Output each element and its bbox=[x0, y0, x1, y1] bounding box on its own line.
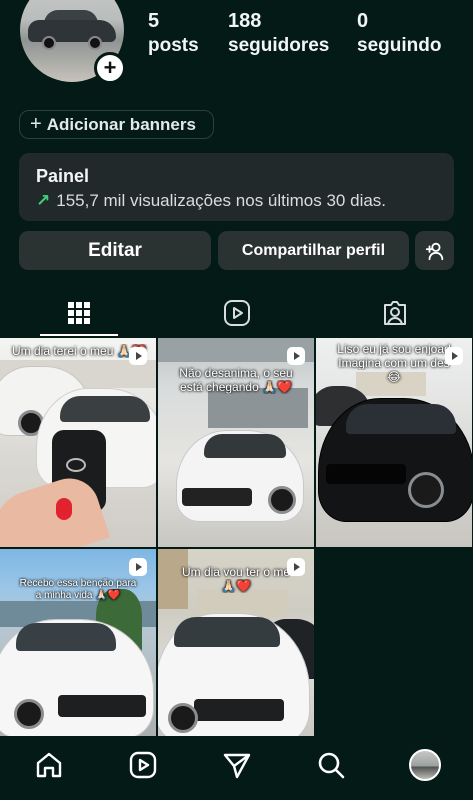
car-windshield bbox=[204, 434, 286, 458]
reel-badge-icon bbox=[286, 346, 306, 366]
stat-followers-label: seguidores bbox=[228, 35, 330, 56]
post-caption-line1: Não desanima, o seu bbox=[179, 366, 293, 380]
plus-icon: + bbox=[103, 55, 117, 80]
stat-following-label: seguindo bbox=[357, 35, 442, 56]
tab-tagged[interactable] bbox=[316, 290, 473, 336]
professional-dashboard[interactable]: Painel ↗ 155,7 mil visualizações nos últ… bbox=[19, 153, 454, 221]
active-tab-indicator bbox=[40, 334, 118, 336]
profile-avatar-wrap[interactable]: + bbox=[20, 0, 126, 84]
car-wheel bbox=[14, 699, 44, 729]
tab-reels[interactable] bbox=[158, 290, 316, 336]
stat-posts[interactable]: 5 posts bbox=[148, 10, 199, 57]
reels-icon bbox=[129, 751, 157, 779]
nav-home[interactable] bbox=[34, 750, 64, 780]
post-tile[interactable]: Um dia vou ter o me 🙏🏻❤️ bbox=[158, 549, 314, 758]
car-wheel bbox=[408, 472, 444, 508]
home-icon bbox=[36, 752, 62, 778]
stat-followers-value: 188 bbox=[228, 10, 262, 32]
car-windshield bbox=[346, 404, 456, 434]
avatar-car-body bbox=[28, 20, 116, 42]
dashboard-stat-text: 155,7 mil visualizações nos últimos 30 d… bbox=[56, 191, 387, 210]
search-icon bbox=[318, 752, 345, 779]
send-icon bbox=[223, 753, 251, 779]
nav-direct[interactable] bbox=[222, 750, 252, 780]
car-windshield bbox=[174, 617, 280, 647]
post-caption-line2: está chegando 🙏🏻❤️ bbox=[180, 380, 292, 394]
tagged-icon bbox=[384, 301, 406, 325]
share-profile-button[interactable]: Compartilhar perfil bbox=[218, 231, 409, 270]
add-story-button[interactable]: + bbox=[94, 52, 126, 84]
car-wheel bbox=[168, 703, 198, 733]
stat-followers[interactable]: 188 seguidores bbox=[228, 10, 329, 57]
stat-posts-value: 5 bbox=[148, 10, 160, 32]
edit-profile-button[interactable]: Editar bbox=[19, 231, 211, 270]
avatar-car-wheel bbox=[42, 36, 56, 50]
reels-icon bbox=[224, 300, 250, 326]
avatar bbox=[409, 749, 441, 781]
nav-search[interactable] bbox=[316, 750, 346, 780]
avatar-car-wheel bbox=[88, 36, 102, 50]
post-tile[interactable]: Um dia terei o meu 🙏🏻❤️ bbox=[0, 338, 156, 547]
post-caption-line3: 😂 bbox=[386, 370, 402, 384]
bottom-navigation bbox=[0, 736, 473, 800]
stat-following[interactable]: 0 seguindo bbox=[357, 10, 441, 57]
car-windshield bbox=[16, 623, 116, 651]
dashboard-stat: ↗ 155,7 mil visualizações nos últimos 30… bbox=[36, 191, 437, 211]
profile-tabs bbox=[0, 290, 473, 338]
car-windshield bbox=[60, 396, 150, 422]
add-person-icon bbox=[425, 242, 443, 260]
reel-badge-icon bbox=[286, 557, 306, 577]
post-caption-line2: 🙏🏻❤️ bbox=[221, 579, 251, 593]
tab-grid[interactable] bbox=[0, 290, 158, 336]
dashboard-title: Painel bbox=[36, 166, 90, 186]
car-grille bbox=[326, 464, 406, 484]
trend-up-icon: ↗ bbox=[36, 191, 51, 210]
car-wheel bbox=[268, 486, 296, 514]
stat-following-value: 0 bbox=[357, 10, 369, 32]
post-tile[interactable]: Não desanima, o seu está chegando 🙏🏻❤️ bbox=[158, 338, 314, 547]
car-grille bbox=[58, 695, 146, 717]
reel-badge-icon bbox=[128, 557, 148, 577]
nav-reels[interactable] bbox=[128, 750, 158, 780]
add-banners-button[interactable]: + Adicionar banners bbox=[19, 110, 214, 139]
post-tile[interactable]: Recebo essa benção para a minha vida 🙏🏻❤… bbox=[0, 549, 156, 758]
post-tile[interactable]: Liso eu já sou enjoad Imagina com um des… bbox=[316, 338, 472, 547]
plus-icon: + bbox=[30, 113, 42, 135]
car-grille bbox=[194, 699, 284, 721]
add-banners-label: Adicionar banners bbox=[46, 114, 196, 134]
reel-badge-icon bbox=[444, 346, 464, 366]
stat-posts-label: posts bbox=[148, 35, 199, 56]
nav-profile[interactable] bbox=[408, 748, 442, 782]
post-background-detail bbox=[208, 388, 308, 428]
discover-people-button[interactable] bbox=[415, 231, 454, 270]
reel-badge-icon bbox=[128, 346, 148, 366]
toyota-logo bbox=[66, 458, 86, 472]
post-caption-line2: a minha vida 🙏🏻❤️ bbox=[35, 590, 121, 601]
nail-image bbox=[56, 498, 72, 520]
car-grille bbox=[182, 488, 252, 506]
grid-icon bbox=[68, 302, 90, 324]
